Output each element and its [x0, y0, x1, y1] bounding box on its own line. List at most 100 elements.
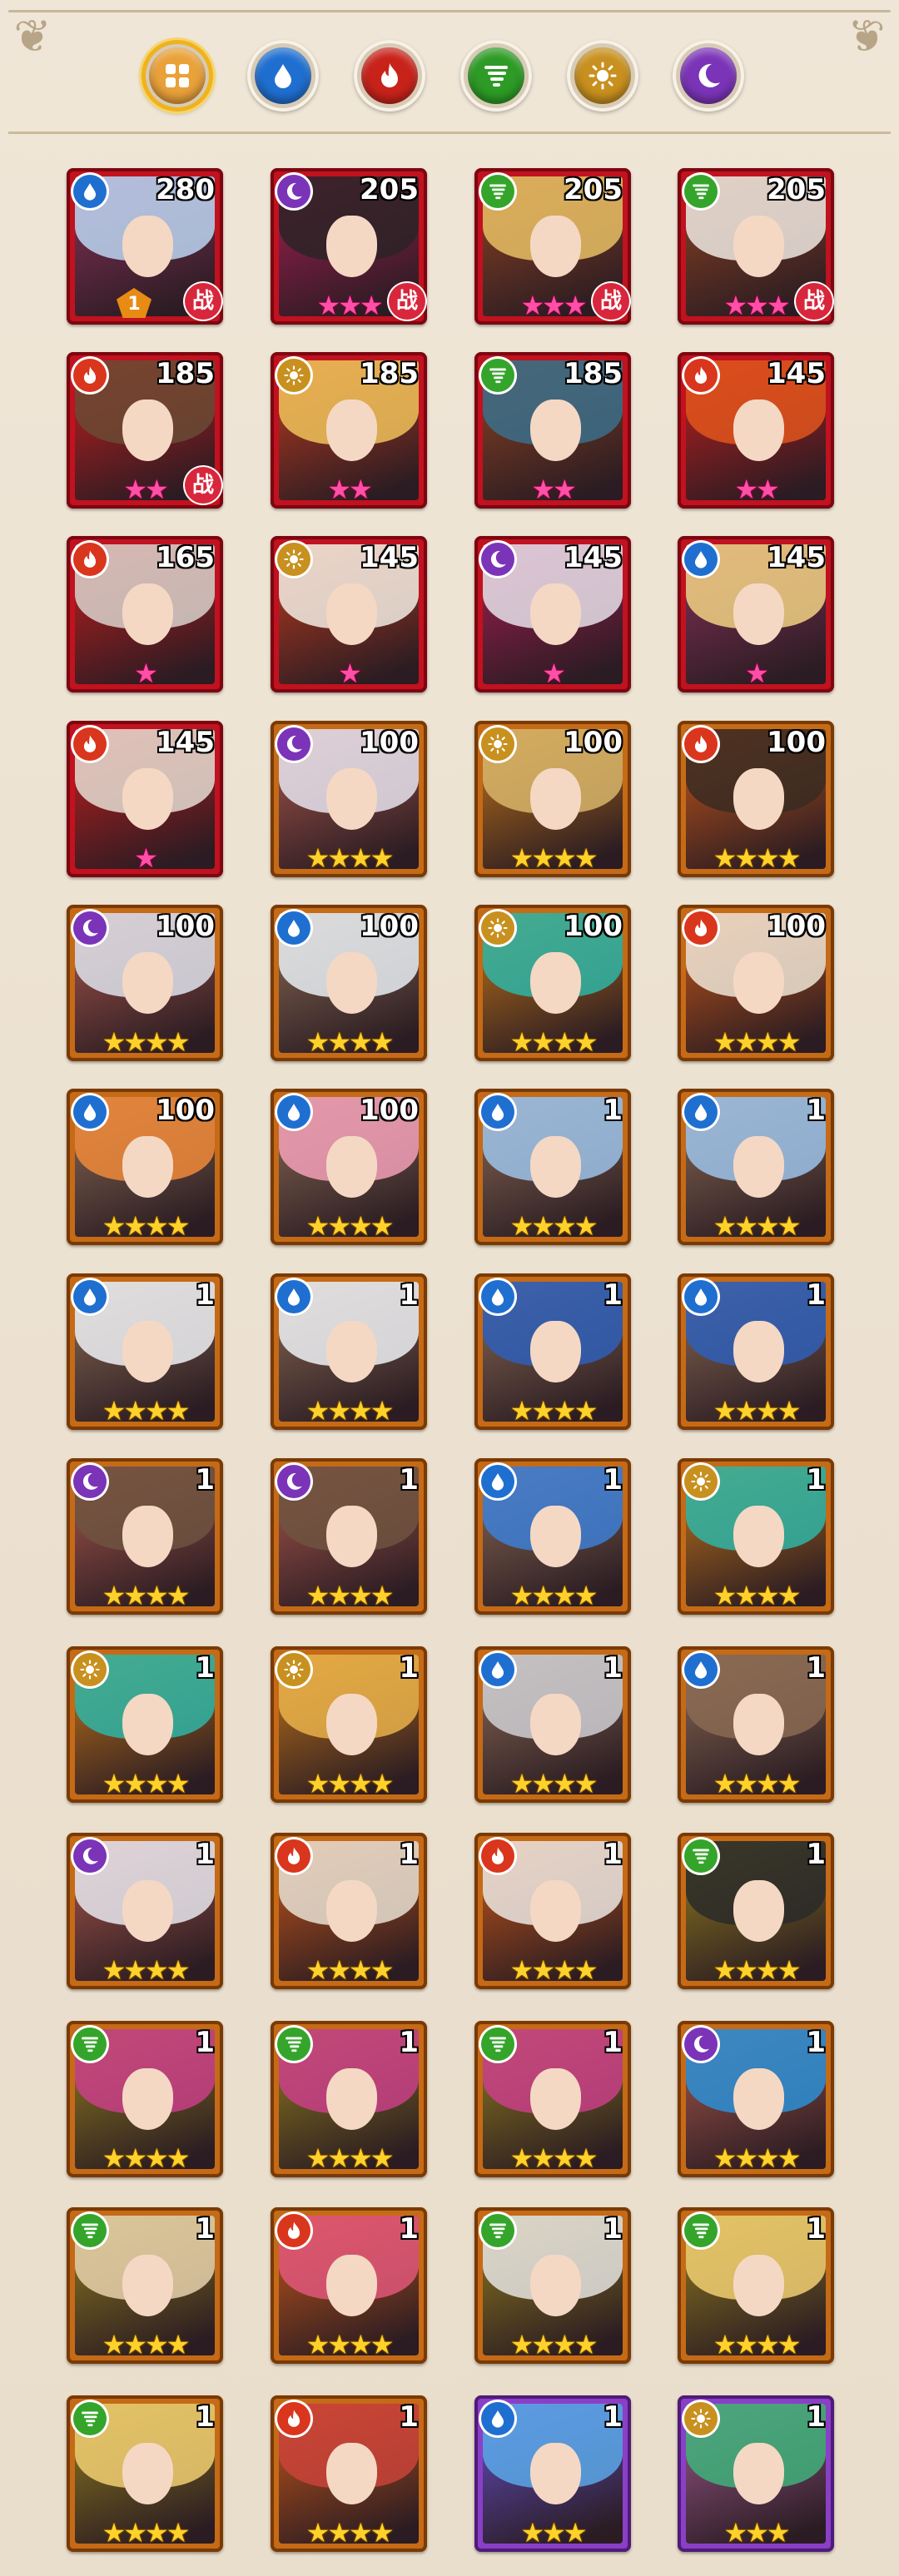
hero-level: 1: [603, 1094, 623, 1127]
hero-card[interactable]: 1 ★★★★: [678, 1273, 834, 1430]
hero-level: 1: [806, 2026, 826, 2059]
hero-card[interactable]: 205 ★★★ 战: [678, 168, 834, 325]
hero-level: 185: [156, 357, 215, 390]
hero-card[interactable]: 1 ★★★★: [271, 1646, 427, 1803]
tornado-icon: [277, 2028, 310, 2061]
hero-card[interactable]: 100 ★★★★: [474, 905, 631, 1061]
hero-card[interactable]: 100 ★★★★: [67, 905, 223, 1061]
hero-level: 1: [603, 1278, 623, 1312]
hero-card[interactable]: 1 ★★★★: [271, 1833, 427, 1989]
filter-dark-button[interactable]: [673, 40, 744, 112]
water-drop-icon: [481, 2402, 514, 2435]
sun-icon: [684, 1465, 718, 1498]
hero-card[interactable]: 1 ★★★★: [678, 1833, 834, 1989]
hero-level: 145: [767, 541, 826, 574]
hero-card[interactable]: 1 ★★★★: [474, 1646, 631, 1803]
hero-stars: ★★★★: [713, 1768, 802, 1799]
hero-stars: ★★★★: [509, 2142, 599, 2174]
flame-icon: [73, 727, 107, 761]
hero-card[interactable]: 1 ★★★★: [67, 1646, 223, 1803]
hero-stars: ★: [542, 658, 566, 689]
hero-card[interactable]: 100 ★★★★: [474, 721, 631, 877]
hero-card[interactable]: 145 ★: [67, 721, 223, 877]
filter-water-button[interactable]: [247, 40, 319, 112]
hero-card[interactable]: 1 ★★★★: [678, 2207, 834, 2364]
hero-card[interactable]: 1 ★★★★: [678, 2021, 834, 2177]
hero-card[interactable]: 100 ★★★★: [678, 905, 834, 1061]
flame-icon: [277, 2402, 310, 2435]
filter-wind-button[interactable]: [460, 40, 532, 112]
hero-card[interactable]: 145 ★: [678, 536, 834, 692]
element-filter-bar: ❦ ❦: [0, 0, 899, 134]
filter-light-button[interactable]: [567, 40, 638, 112]
hero-level: 145: [360, 541, 419, 574]
hero-card[interactable]: 185 ★★ 战: [67, 352, 223, 509]
hero-card[interactable]: 1 ★★★★: [474, 2021, 631, 2177]
hero-card[interactable]: 1 ★★★★: [67, 2207, 223, 2364]
hero-card[interactable]: 1 ★★★★: [67, 1273, 223, 1430]
hero-level: 1: [603, 2400, 623, 2434]
hero-card[interactable]: 1 ★★★★: [678, 1646, 834, 1803]
hero-stars: ★★★★: [102, 1768, 191, 1799]
hero-level: 1: [806, 1463, 826, 1496]
hero-card[interactable]: 205 ★★★ 战: [271, 168, 427, 325]
hero-card[interactable]: 1 ★★★★: [67, 2395, 223, 2552]
moon-icon: [277, 727, 310, 761]
hero-card[interactable]: 1 ★★★★: [678, 1089, 834, 1245]
hero-card[interactable]: 1 ★★★★: [474, 2207, 631, 2364]
hero-card[interactable]: 1 ★★★: [474, 2395, 631, 2552]
water-drop-icon: [481, 1653, 514, 1686]
hero-card[interactable]: 280 1 战: [67, 168, 223, 325]
hero-level: 100: [360, 910, 419, 943]
hero-level: 1: [399, 2212, 419, 2246]
water-drop-icon: [277, 911, 310, 945]
sun-icon: [574, 47, 631, 104]
hero-stars: ★★★★: [102, 1954, 191, 1986]
filter-divider: [8, 132, 891, 134]
hero-card[interactable]: 1 ★★★★: [678, 1458, 834, 1615]
hero-stars: ★★★★: [509, 1954, 599, 1986]
hero-card[interactable]: 185 ★★: [271, 352, 427, 509]
hero-card[interactable]: 165 ★: [67, 536, 223, 692]
hero-card[interactable]: 1 ★★★★: [271, 1273, 427, 1430]
filter-fire-button[interactable]: [354, 40, 425, 112]
hero-stars: ★★★★: [713, 1954, 802, 1986]
hero-card[interactable]: 100 ★★★★: [271, 1089, 427, 1245]
hero-level: 1: [195, 2212, 215, 2246]
hero-card[interactable]: 1 ★★★★: [474, 1833, 631, 1989]
hero-card[interactable]: 1 ★★★★: [474, 1273, 631, 1430]
hero-level: 1: [195, 1838, 215, 1871]
tornado-icon: [481, 175, 514, 208]
hero-card[interactable]: 1 ★★★★: [271, 2021, 427, 2177]
hero-level: 1: [195, 2026, 215, 2059]
hero-card[interactable]: 100 ★★★★: [271, 905, 427, 1061]
hero-card[interactable]: 1 ★★★★: [271, 2207, 427, 2364]
hero-card[interactable]: 205 ★★★ 战: [474, 168, 631, 325]
hero-card[interactable]: 100 ★★★★: [67, 1089, 223, 1245]
hero-card[interactable]: 1 ★★★★: [271, 2395, 427, 2552]
hero-card[interactable]: 1 ★★★★: [474, 1458, 631, 1615]
hero-card[interactable]: 145 ★: [474, 536, 631, 692]
hero-level: 1: [195, 2400, 215, 2434]
hero-card[interactable]: 1 ★★★: [678, 2395, 834, 2552]
hero-card[interactable]: 100 ★★★★: [271, 721, 427, 877]
hero-card[interactable]: 1 ★★★★: [67, 2021, 223, 2177]
tornado-icon: [684, 1839, 718, 1873]
hero-card[interactable]: 1 ★★★★: [67, 1458, 223, 1615]
hero-card[interactable]: 1 ★★★★: [474, 1089, 631, 1245]
hero-card[interactable]: 145 ★★: [678, 352, 834, 509]
hero-stars: ★★★★: [102, 1210, 191, 1242]
hero-card[interactable]: 145 ★: [271, 536, 427, 692]
hero-card[interactable]: 1 ★★★★: [67, 1833, 223, 1989]
moon-icon: [73, 1465, 107, 1498]
hero-stars: ★★★★: [305, 2329, 395, 2360]
hero-card[interactable]: 100 ★★★★: [678, 721, 834, 877]
hero-card[interactable]: 185 ★★: [474, 352, 631, 509]
hero-card[interactable]: 1 ★★★★: [271, 1458, 427, 1615]
hero-level: 1: [806, 1838, 826, 1871]
flame-icon: [684, 359, 718, 392]
water-drop-icon: [277, 1095, 310, 1129]
hero-level: 1: [399, 2026, 419, 2059]
filter-all-button[interactable]: [142, 40, 213, 112]
water-drop-icon: [684, 1653, 718, 1686]
